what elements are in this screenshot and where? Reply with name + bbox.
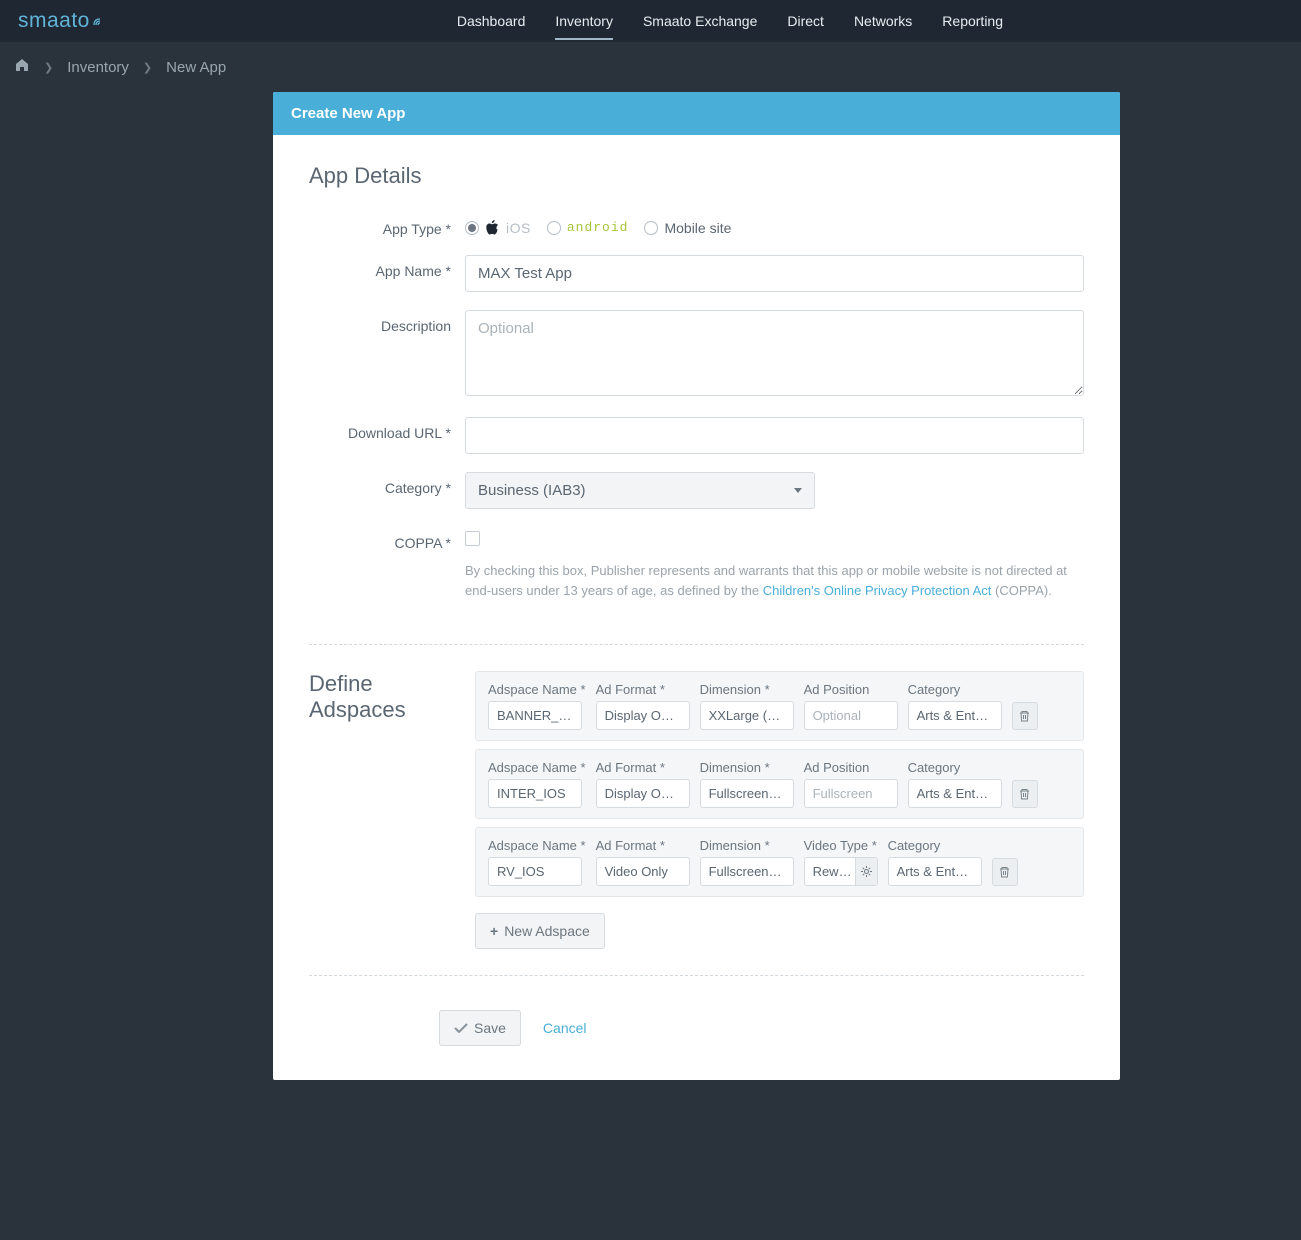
divider	[309, 975, 1084, 976]
plus-icon: +	[490, 923, 498, 939]
ad-format-label: Ad Format *	[596, 760, 690, 775]
adspace-row: Adspace Name * BANNER_ios Ad Format * Disp…	[475, 671, 1084, 741]
adspace-row: Adspace Name * INTER_IOS Ad Format * Displ…	[475, 749, 1084, 819]
radio-mobile-site[interactable]	[644, 221, 658, 235]
adspace-category-label: Category	[908, 760, 1002, 775]
label-app-type: App Type *	[309, 213, 465, 237]
label-coppa: COPPA *	[309, 527, 465, 551]
section-define-adspaces: Define Adspaces	[309, 671, 457, 949]
new-adspace-button[interactable]: +New Adspace	[475, 913, 605, 949]
description-input[interactable]	[465, 310, 1084, 396]
ios-label: iOS	[506, 220, 531, 236]
breadcrumb: ❯ Inventory ❯ New App	[0, 42, 1301, 92]
adspace-category-select[interactable]: Arts & Entert...	[888, 857, 982, 886]
adspace-category-select[interactable]: Arts & Entert...	[908, 779, 1002, 808]
app-type-radios: iOS android Mobile site	[465, 213, 1084, 236]
nav-reporting[interactable]: Reporting	[942, 2, 1003, 40]
create-app-card: Create New App App Details App Type * iO…	[273, 92, 1120, 1080]
delete-adspace-button[interactable]	[1012, 702, 1038, 730]
dimension-select[interactable]: XXLarge (32...	[700, 701, 794, 730]
android-label: android	[567, 220, 629, 235]
nav-networks[interactable]: Networks	[854, 2, 912, 40]
coppa-checkbox[interactable]	[465, 531, 480, 546]
ad-format-select[interactable]: Display Only ...	[596, 779, 690, 808]
ad-format-label: Ad Format *	[596, 682, 690, 697]
chevron-right-icon: ❯	[143, 61, 152, 74]
nav-inventory[interactable]: Inventory	[555, 2, 613, 40]
col4-label: Ad Position	[804, 682, 898, 697]
app-name-input[interactable]	[465, 255, 1084, 292]
adspace-row: Adspace Name * RV_IOS Ad Format * Video On…	[475, 827, 1084, 897]
delete-adspace-button[interactable]	[1012, 780, 1038, 808]
adspace-col4[interactable]: Rewarded	[804, 857, 878, 886]
coppa-note: By checking this box, Publisher represen…	[465, 561, 1084, 600]
adspace-category-select[interactable]: Arts & Entert...	[908, 701, 1002, 730]
adspace-name-label: Adspace Name *	[488, 760, 586, 775]
card-header: Create New App	[273, 92, 1120, 135]
dimension-label: Dimension *	[700, 838, 794, 853]
trash-icon	[1019, 710, 1030, 722]
mobile-site-label: Mobile site	[664, 220, 731, 236]
divider	[309, 644, 1084, 645]
col4-label: Ad Position	[804, 760, 898, 775]
ad-format-select[interactable]: Display Only ...	[596, 701, 690, 730]
ad-format-select[interactable]: Video Only	[596, 857, 690, 886]
adspace-name-input[interactable]: INTER_IOS	[488, 779, 582, 808]
adspace-category-label: Category	[888, 838, 982, 853]
save-button[interactable]: Save	[439, 1010, 521, 1046]
top-nav: Dashboard Inventory Smaato Exchange Direct N…	[457, 2, 1003, 40]
ad-format-label: Ad Format *	[596, 838, 690, 853]
apple-icon	[485, 219, 500, 236]
label-download-url: Download URL *	[309, 417, 465, 441]
adspace-col4[interactable]: Optional	[804, 701, 898, 730]
adspace-name-input[interactable]: BANNER_ios	[488, 701, 582, 730]
download-url-input[interactable]	[465, 417, 1084, 454]
gear-icon[interactable]	[855, 858, 877, 885]
nav-smaato-exchange[interactable]: Smaato Exchange	[643, 2, 757, 40]
coppa-link[interactable]: Children's Online Privacy Protection Act	[763, 583, 992, 598]
adspace-col4[interactable]: Fullscreen	[804, 779, 898, 808]
crumb-new-app: New App	[166, 59, 226, 76]
label-description: Description	[309, 310, 465, 334]
adspace-name-label: Adspace Name *	[488, 682, 586, 697]
category-select[interactable]: Business (IAB3)	[465, 472, 815, 509]
category-value: Business (IAB3)	[478, 482, 586, 499]
chevron-down-icon	[794, 488, 802, 493]
radio-ios[interactable]	[465, 221, 479, 235]
label-category: Category *	[309, 472, 465, 496]
col4-label: Video Type *	[804, 838, 878, 853]
adspace-name-input[interactable]: RV_IOS	[488, 857, 582, 886]
dimension-select[interactable]: Fullscreen In...	[700, 857, 794, 886]
adspace-category-label: Category	[908, 682, 1002, 697]
label-app-name: App Name *	[309, 255, 465, 279]
radio-android[interactable]	[547, 221, 561, 235]
home-icon[interactable]	[14, 57, 30, 77]
check-icon	[454, 1023, 468, 1033]
trash-icon	[999, 866, 1010, 878]
dimension-label: Dimension *	[700, 682, 794, 697]
logo-mark-icon	[92, 15, 104, 27]
logo[interactable]: smaato	[0, 9, 122, 33]
logo-text: smaato	[18, 9, 90, 33]
chevron-right-icon: ❯	[44, 61, 53, 74]
crumb-inventory[interactable]: Inventory	[67, 59, 129, 76]
delete-adspace-button[interactable]	[992, 858, 1018, 886]
adspace-name-label: Adspace Name *	[488, 838, 586, 853]
dimension-label: Dimension *	[700, 760, 794, 775]
section-app-details: App Details	[309, 163, 1084, 189]
nav-direct[interactable]: Direct	[787, 2, 824, 40]
dimension-select[interactable]: Fullscreen In...	[700, 779, 794, 808]
cancel-link[interactable]: Cancel	[543, 1020, 587, 1036]
nav-dashboard[interactable]: Dashboard	[457, 2, 526, 40]
trash-icon	[1019, 788, 1030, 800]
